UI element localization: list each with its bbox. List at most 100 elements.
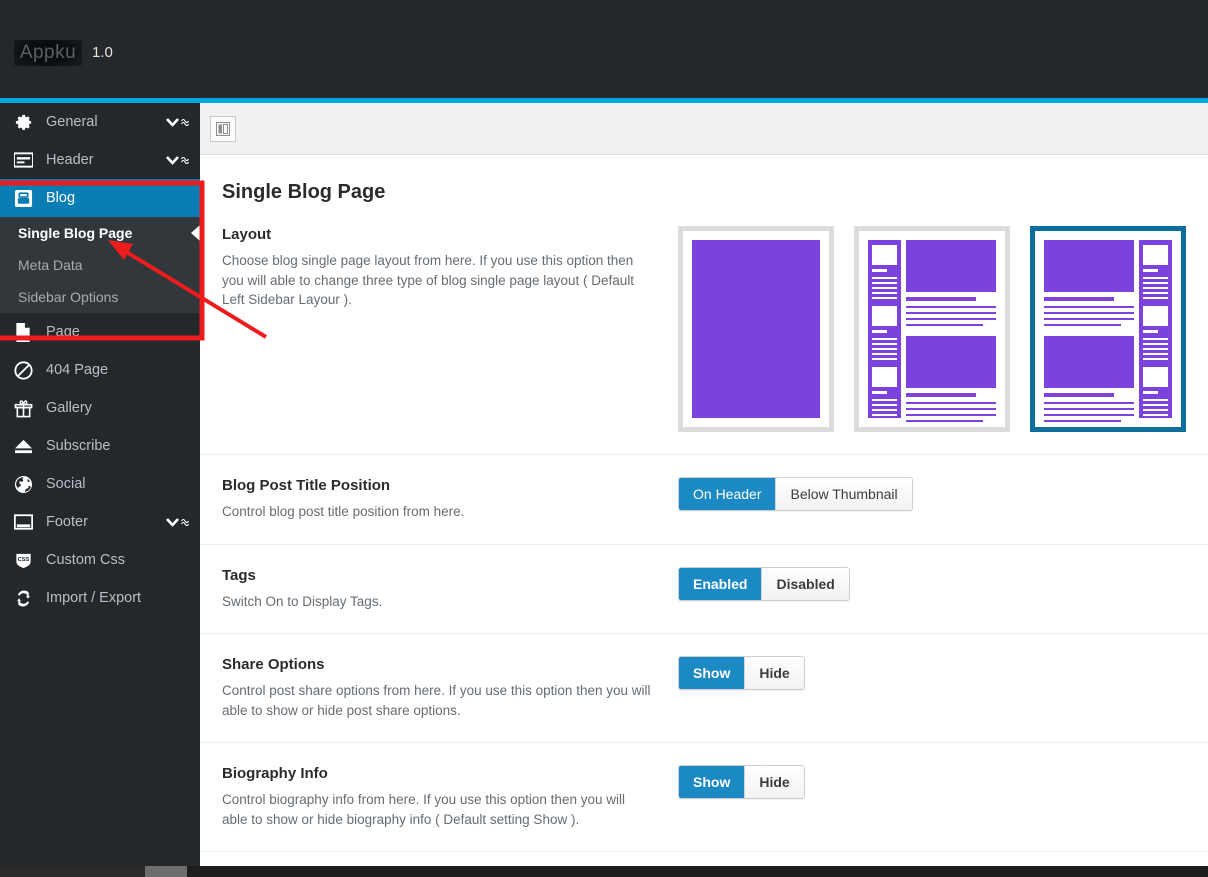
post-block	[1044, 240, 1134, 330]
toggle-option-hide[interactable]: Hide	[745, 657, 804, 690]
panel-layout-glyph	[216, 121, 230, 136]
collapse-tilde-icon	[181, 156, 189, 165]
globe-icon	[14, 474, 40, 494]
collapse-caret[interactable]	[166, 518, 190, 527]
gear-icon	[14, 112, 40, 132]
toggle-group-tags: Enabled Disabled	[678, 566, 850, 601]
setting-control	[652, 226, 1186, 432]
submenu-item-label: Single Blog Page	[18, 225, 133, 241]
app-logo-text: Appku	[19, 42, 77, 63]
sidebar-item-footer[interactable]: Footer	[0, 503, 200, 541]
sidebar-widget-lines	[872, 277, 897, 299]
sidebar-item-custom-css[interactable]: CSS Custom Css	[0, 541, 200, 579]
sidebar-widget-lines	[872, 338, 897, 360]
preview-main	[1044, 240, 1134, 422]
toggle-option-show[interactable]: Show	[679, 657, 746, 690]
toggle-option-below-thumbnail[interactable]: Below Thumbnail	[776, 478, 912, 510]
setting-row: Tags Switch On to Display Tags. Enabled D…	[200, 545, 1208, 635]
top-bar	[0, 0, 1208, 98]
full-width-layout[interactable]	[678, 226, 834, 432]
setting-row: Share Options Control post share options…	[200, 634, 1208, 744]
setting-title: Layout	[222, 226, 272, 243]
css-shield-icon: CSS	[14, 550, 40, 570]
post-body-lines	[1044, 402, 1134, 422]
toggle-option-enabled[interactable]: Enabled	[679, 567, 763, 600]
sidebar-widget-title	[872, 269, 887, 272]
toggle-group-share-options: Show Hide	[678, 656, 805, 691]
setting-row: Layout Choose blog single page layout fr…	[200, 204, 1208, 455]
sidebar-widget-image	[872, 367, 897, 387]
post-body-lines	[906, 402, 996, 422]
setting-control: ShowHide	[652, 765, 1186, 829]
submenu-item-meta-data[interactable]: Meta Data	[0, 249, 200, 281]
post-block	[906, 240, 996, 330]
page-title: Single Blog Page	[222, 181, 386, 203]
toggle-option-show[interactable]: Show	[679, 766, 746, 799]
toggle-option-hide[interactable]: Hide	[745, 766, 804, 799]
no-entry-icon	[14, 360, 40, 380]
toggle-option-on-header[interactable]: On Header	[679, 478, 777, 510]
settings-rows: Layout Choose blog single page layout fr…	[200, 204, 1208, 877]
sidebar-item-label: Page	[46, 324, 80, 340]
sidebar-item-label: 404 Page	[46, 362, 109, 378]
post-title-line	[1044, 297, 1115, 301]
sidebar-item-header[interactable]: Header	[0, 141, 200, 179]
sidebar-item-page[interactable]: Page	[0, 313, 200, 351]
right-sidebar-layout[interactable]	[1030, 226, 1186, 432]
post-title-line	[906, 393, 977, 397]
sidebar-item-import-export[interactable]: Import / Export	[0, 579, 200, 617]
sidebar-widget-lines	[872, 399, 897, 421]
setting-row: Biography Info Control biography info fr…	[200, 743, 1208, 853]
post-body-lines	[1044, 306, 1134, 326]
preview-main	[906, 240, 996, 422]
toggle-option-disabled[interactable]: Disabled	[762, 567, 849, 600]
submenu-item-single-blog-page[interactable]: Single Blog Page	[0, 217, 200, 249]
collapse-tilde-icon	[181, 118, 189, 127]
submenu-item-sidebar-options[interactable]: Sidebar Options	[0, 281, 200, 313]
setting-description: Control blog post title position from he…	[222, 504, 465, 519]
setting-info: Tags Switch On to Display Tags.	[222, 567, 652, 612]
sidebar-item-404-page[interactable]: 404 Page	[0, 351, 200, 389]
preview-sidebar	[1139, 240, 1172, 421]
sidebar-item-label: Blog	[46, 190, 76, 206]
refresh-icon	[14, 588, 40, 608]
sidebar-item-general[interactable]: General	[0, 103, 200, 141]
collapse-caret[interactable]	[166, 118, 190, 127]
toggle-group-blog-post-title-position: On Header Below Thumbnail	[678, 477, 913, 511]
sidebar-item-social[interactable]: Social	[0, 465, 200, 503]
sidebar-item-subscribe[interactable]: Subscribe	[0, 427, 200, 465]
panel-layout-icon[interactable]	[210, 115, 236, 142]
content-toolbar	[200, 103, 1208, 155]
page-icon	[14, 322, 40, 342]
sidebar-item-blog[interactable]: Blog	[0, 179, 200, 217]
sidebar-widget-title	[872, 330, 887, 333]
setting-info: Layout Choose blog single page layout fr…	[222, 226, 652, 432]
layout-options	[678, 226, 1186, 432]
scrollbar-thumb[interactable]	[145, 866, 187, 877]
setting-description: Switch On to Display Tags.	[222, 593, 383, 609]
setting-title: Biography Info	[222, 765, 328, 783]
sidebar-widget-image	[872, 306, 897, 326]
collapse-caret[interactable]	[166, 156, 190, 165]
post-thumbnail	[1044, 336, 1134, 388]
post-thumbnail	[906, 336, 996, 388]
setting-title: Tags	[222, 566, 256, 584]
post-block	[906, 336, 996, 426]
horizontal-scrollbar[interactable]	[0, 866, 1208, 877]
sidebar-item-gallery[interactable]: Gallery	[0, 389, 200, 427]
setting-description: Choose blog single page layout from here…	[222, 253, 635, 308]
collapse-tilde-icon	[181, 518, 189, 527]
post-title-line	[906, 297, 977, 301]
app-logo: Appku	[14, 40, 82, 66]
brand: Appku 1.0	[14, 40, 113, 66]
post-body-lines	[906, 306, 996, 326]
setting-title: Share Options	[222, 656, 325, 674]
left-sidebar-layout[interactable]	[854, 226, 1010, 432]
eject-icon	[14, 436, 40, 456]
scrollbar-track-left[interactable]	[0, 866, 145, 877]
sidebar-widget-title	[1143, 391, 1158, 394]
sidebar-widget-image	[1143, 245, 1168, 265]
setting-description: Control biography info from here. If you…	[222, 792, 625, 827]
sidebar-widget-image	[1143, 306, 1168, 326]
app-version: 1.0	[92, 44, 113, 61]
